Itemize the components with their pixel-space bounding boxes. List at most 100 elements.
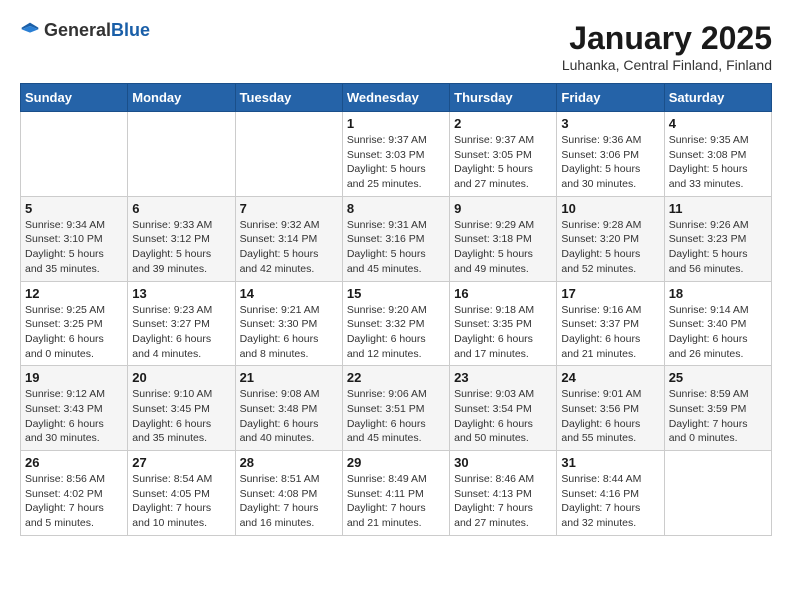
day-number: 28 [240, 455, 338, 470]
weekday-header-thursday: Thursday [450, 84, 557, 112]
calendar-cell: 16Sunrise: 9:18 AMSunset: 3:35 PMDayligh… [450, 281, 557, 366]
calendar-cell: 9Sunrise: 9:29 AMSunset: 3:18 PMDaylight… [450, 196, 557, 281]
day-info: Sunrise: 8:51 AMSunset: 4:08 PMDaylight:… [240, 472, 338, 531]
day-info: Sunrise: 8:59 AMSunset: 3:59 PMDaylight:… [669, 387, 767, 446]
header: GeneralBlue January 2025 Luhanka, Centra… [20, 20, 772, 73]
logo-general: General [44, 20, 111, 40]
calendar-cell: 29 Sunrise: 8:49 AMSunset: 4:11 PMDayligh… [342, 451, 449, 536]
day-info: Sunrise: 9:25 AMSunset: 3:25 PMDaylight:… [25, 303, 123, 362]
calendar-cell [235, 112, 342, 197]
day-info: Sunrise: 9:14 AMSunset: 3:40 PMDaylight:… [669, 303, 767, 362]
calendar-cell: 30Sunrise: 8:46 AMSunset: 4:13 PMDayligh… [450, 451, 557, 536]
calendar-cell: 24 Sunrise: 9:01 AMSunset: 3:56 PMDayligh… [557, 366, 664, 451]
day-number: 15 [347, 286, 445, 301]
day-info: Sunrise: 9:23 AMSunset: 3:27 PMDaylight:… [132, 303, 230, 362]
calendar-cell [664, 451, 771, 536]
day-number: 14 [240, 286, 338, 301]
day-info: Sunrise: 8:49 AMSunset: 4:11 PMDaylight:… [347, 472, 445, 531]
weekday-header-friday: Friday [557, 84, 664, 112]
day-number: 11 [669, 201, 767, 216]
day-info: Sunrise: 9:06 AMSunset: 3:51 PMDaylight:… [347, 387, 445, 446]
day-number: 29 [347, 455, 445, 470]
day-info: Sunrise: 9:37 AMSunset: 3:05 PMDaylight:… [454, 133, 552, 192]
location-title: Luhanka, Central Finland, Finland [562, 57, 772, 73]
day-number: 3 [561, 116, 659, 131]
day-number: 21 [240, 370, 338, 385]
day-info: Sunrise: 9:31 AMSunset: 3:16 PMDaylight:… [347, 218, 445, 277]
title-area: January 2025 Luhanka, Central Finland, F… [562, 20, 772, 73]
day-info: Sunrise: 9:28 AMSunset: 3:20 PMDaylight:… [561, 218, 659, 277]
weekday-header-saturday: Saturday [664, 84, 771, 112]
calendar-cell: 22 Sunrise: 9:06 AMSunset: 3:51 PMDayligh… [342, 366, 449, 451]
calendar-week-row: 26Sunrise: 8:56 AMSunset: 4:02 PMDayligh… [21, 451, 772, 536]
calendar-cell: 26Sunrise: 8:56 AMSunset: 4:02 PMDayligh… [21, 451, 128, 536]
calendar-cell: 2 Sunrise: 9:37 AMSunset: 3:05 PMDaylight… [450, 112, 557, 197]
day-number: 8 [347, 201, 445, 216]
logo-icon [20, 21, 40, 41]
calendar-week-row: 5 Sunrise: 9:34 AMSunset: 3:10 PMDaylight… [21, 196, 772, 281]
calendar-cell: 18 Sunrise: 9:14 AMSunset: 3:40 PMDayligh… [664, 281, 771, 366]
day-number: 22 [347, 370, 445, 385]
day-number: 10 [561, 201, 659, 216]
day-info: Sunrise: 9:36 AMSunset: 3:06 PMDaylight:… [561, 133, 659, 192]
day-number: 2 [454, 116, 552, 131]
calendar-cell: 10 Sunrise: 9:28 AMSunset: 3:20 PMDayligh… [557, 196, 664, 281]
calendar-cell: 15 Sunrise: 9:20 AMSunset: 3:32 PMDayligh… [342, 281, 449, 366]
calendar-cell: 4 Sunrise: 9:35 AMSunset: 3:08 PMDaylight… [664, 112, 771, 197]
calendar-week-row: 12 Sunrise: 9:25 AMSunset: 3:25 PMDayligh… [21, 281, 772, 366]
day-number: 25 [669, 370, 767, 385]
day-number: 13 [132, 286, 230, 301]
day-number: 5 [25, 201, 123, 216]
day-info: Sunrise: 9:21 AMSunset: 3:30 PMDaylight:… [240, 303, 338, 362]
weekday-header-row: SundayMondayTuesdayWednesdayThursdayFrid… [21, 84, 772, 112]
day-number: 4 [669, 116, 767, 131]
day-number: 18 [669, 286, 767, 301]
day-number: 23 [454, 370, 552, 385]
day-info: Sunrise: 9:35 AMSunset: 3:08 PMDaylight:… [669, 133, 767, 192]
weekday-header-wednesday: Wednesday [342, 84, 449, 112]
calendar-cell: 28 Sunrise: 8:51 AMSunset: 4:08 PMDayligh… [235, 451, 342, 536]
day-number: 19 [25, 370, 123, 385]
day-info: Sunrise: 9:03 AMSunset: 3:54 PMDaylight:… [454, 387, 552, 446]
day-info: Sunrise: 9:18 AMSunset: 3:35 PMDaylight:… [454, 303, 552, 362]
day-number: 30 [454, 455, 552, 470]
day-number: 24 [561, 370, 659, 385]
day-number: 27 [132, 455, 230, 470]
day-number: 9 [454, 201, 552, 216]
day-number: 12 [25, 286, 123, 301]
day-info: Sunrise: 9:10 AMSunset: 3:45 PMDaylight:… [132, 387, 230, 446]
calendar-cell: 8 Sunrise: 9:31 AMSunset: 3:16 PMDaylight… [342, 196, 449, 281]
day-number: 31 [561, 455, 659, 470]
calendar-cell: 21 Sunrise: 9:08 AMSunset: 3:48 PMDayligh… [235, 366, 342, 451]
weekday-header-tuesday: Tuesday [235, 84, 342, 112]
calendar-cell: 19 Sunrise: 9:12 AMSunset: 3:43 PMDayligh… [21, 366, 128, 451]
calendar-cell: 13 Sunrise: 9:23 AMSunset: 3:27 PMDayligh… [128, 281, 235, 366]
weekday-header-monday: Monday [128, 84, 235, 112]
day-info: Sunrise: 9:12 AMSunset: 3:43 PMDaylight:… [25, 387, 123, 446]
calendar-cell: 31 Sunrise: 8:44 AMSunset: 4:16 PMDayligh… [557, 451, 664, 536]
calendar-cell [128, 112, 235, 197]
month-title: January 2025 [562, 20, 772, 57]
day-info: Sunrise: 9:26 AMSunset: 3:23 PMDaylight:… [669, 218, 767, 277]
calendar-cell: 14 Sunrise: 9:21 AMSunset: 3:30 PMDayligh… [235, 281, 342, 366]
calendar-cell: 5 Sunrise: 9:34 AMSunset: 3:10 PMDaylight… [21, 196, 128, 281]
calendar-week-row: 19 Sunrise: 9:12 AMSunset: 3:43 PMDayligh… [21, 366, 772, 451]
calendar-cell: 20 Sunrise: 9:10 AMSunset: 3:45 PMDayligh… [128, 366, 235, 451]
day-number: 7 [240, 201, 338, 216]
calendar-cell: 6Sunrise: 9:33 AMSunset: 3:12 PMDaylight… [128, 196, 235, 281]
day-info: Sunrise: 9:20 AMSunset: 3:32 PMDaylight:… [347, 303, 445, 362]
calendar-cell [21, 112, 128, 197]
day-number: 20 [132, 370, 230, 385]
calendar-cell: 1Sunrise: 9:37 AMSunset: 3:03 PMDaylight… [342, 112, 449, 197]
day-info: Sunrise: 8:44 AMSunset: 4:16 PMDaylight:… [561, 472, 659, 531]
calendar-cell: 12 Sunrise: 9:25 AMSunset: 3:25 PMDayligh… [21, 281, 128, 366]
calendar-cell: 7Sunrise: 9:32 AMSunset: 3:14 PMDaylight… [235, 196, 342, 281]
logo-blue: Blue [111, 20, 150, 40]
day-info: Sunrise: 9:01 AMSunset: 3:56 PMDaylight:… [561, 387, 659, 446]
calendar-cell: 25 Sunrise: 8:59 AMSunset: 3:59 PMDayligh… [664, 366, 771, 451]
day-info: Sunrise: 9:34 AMSunset: 3:10 PMDaylight:… [25, 218, 123, 277]
calendar-cell: 23 Sunrise: 9:03 AMSunset: 3:54 PMDayligh… [450, 366, 557, 451]
day-info: Sunrise: 9:08 AMSunset: 3:48 PMDaylight:… [240, 387, 338, 446]
weekday-header-sunday: Sunday [21, 84, 128, 112]
day-number: 17 [561, 286, 659, 301]
